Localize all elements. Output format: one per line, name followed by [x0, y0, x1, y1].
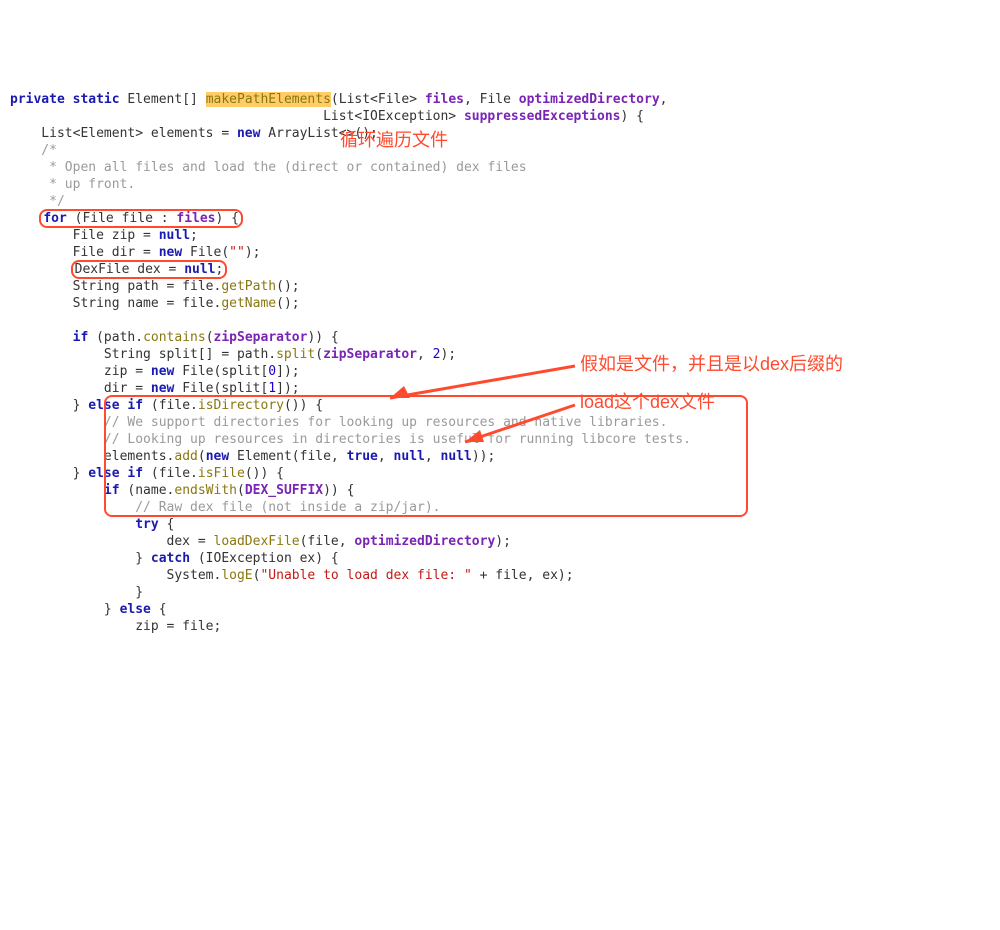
for-loop-highlight: for (File file : files) {: [41, 211, 241, 226]
param-suppressed: suppressedExceptions: [464, 109, 621, 124]
comment-block: /*: [10, 143, 57, 158]
dexfile-decl-highlight: DexFile dex = null;: [73, 262, 226, 277]
annot-isfile: 假如是文件，并且是以dex后缀的: [580, 356, 843, 373]
method-name-highlight: makePathElements: [206, 92, 331, 107]
code-block: private static Element[] makePathElement…: [10, 74, 990, 635]
param-files: files: [425, 92, 464, 107]
sig-after: (List<File>: [331, 92, 425, 107]
kw-private-static: private static: [10, 92, 127, 107]
ret-type: Element[]: [127, 92, 205, 107]
param-optdir: optimizedDirectory: [519, 92, 660, 107]
annot-load: load这个dex文件: [580, 394, 715, 411]
annot-loop: 循环遍历文件: [340, 132, 448, 149]
